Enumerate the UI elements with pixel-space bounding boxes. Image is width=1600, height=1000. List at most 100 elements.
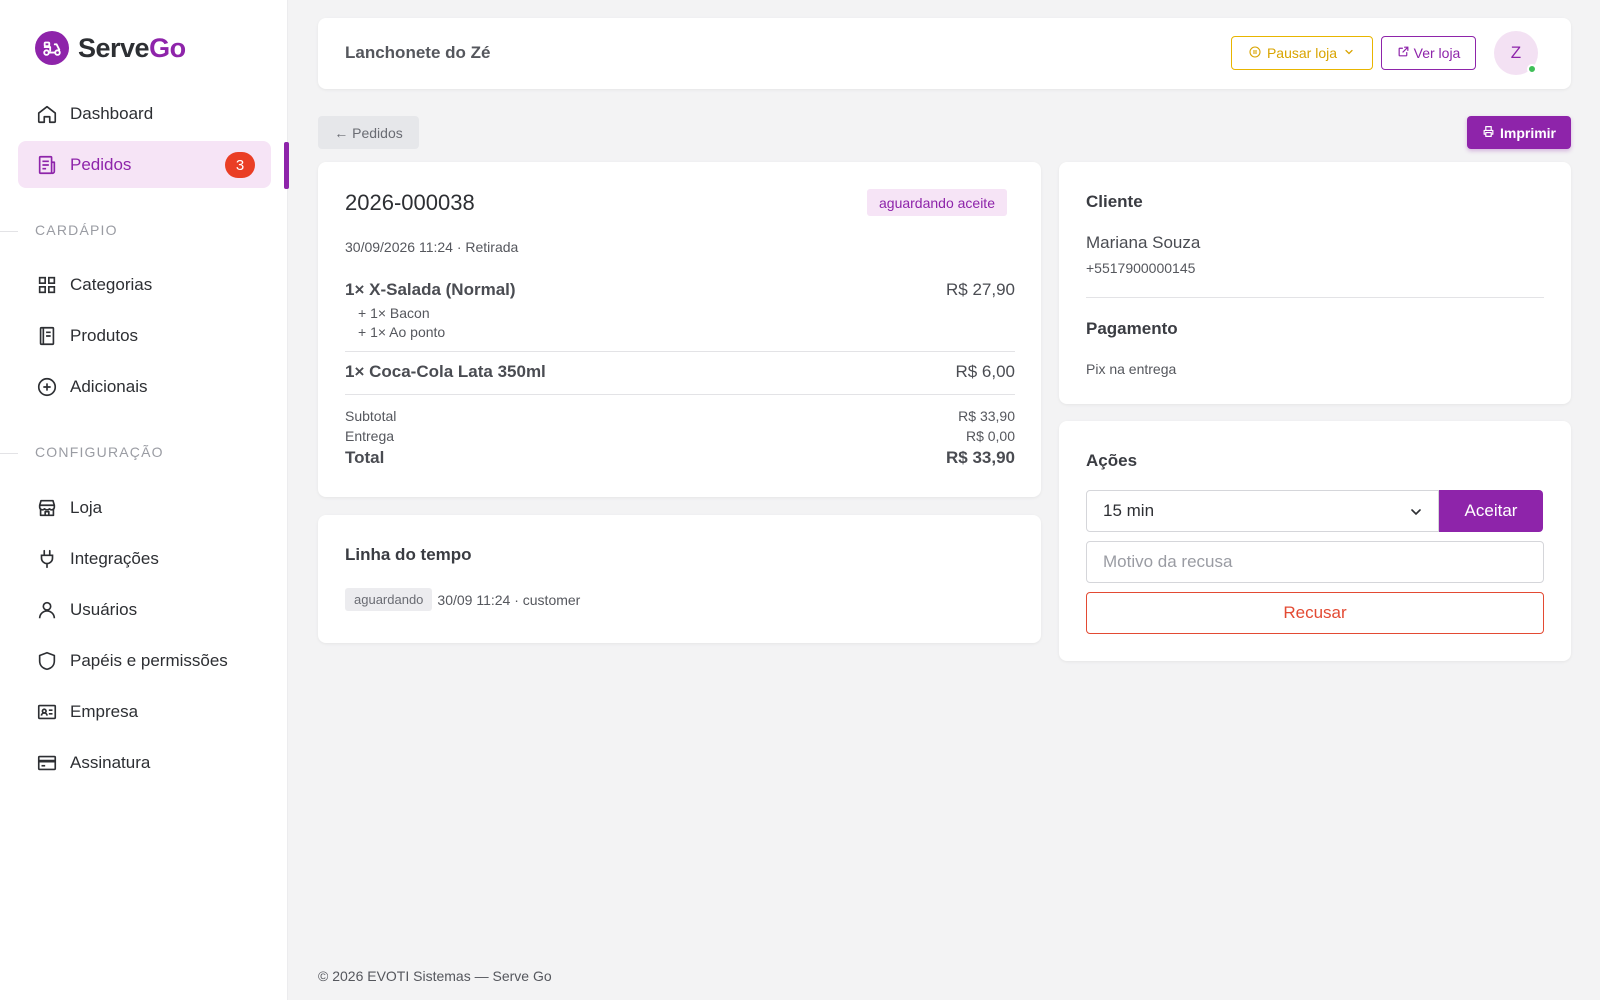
subtotal-label: Subtotal <box>345 408 397 424</box>
accept-button[interactable]: Aceitar <box>1439 490 1543 532</box>
sidebar-item-label: Usuários <box>70 599 138 619</box>
store-name: Lanchonete do Zé <box>345 43 491 62</box>
user-icon <box>35 598 59 622</box>
refuse-button[interactable]: Recusar <box>1086 592 1544 634</box>
client-divider <box>1086 297 1544 298</box>
item-divider <box>345 351 1015 352</box>
timeline-title: Linha do tempo <box>345 545 472 564</box>
sidebar-item-label: Adicionais <box>70 376 148 396</box>
id-card-icon <box>35 700 59 724</box>
credit-card-icon <box>35 751 59 775</box>
online-status-dot <box>1527 64 1537 74</box>
refuse-label: Recusar <box>1283 603 1347 622</box>
external-link-icon <box>1397 45 1410 61</box>
brand-name-part2: Go <box>149 32 186 63</box>
back-to-orders-button[interactable]: ← Pedidos <box>318 116 419 149</box>
client-name: Mariana Souza <box>1086 233 1201 252</box>
timeline-status-badge: aguardando <box>345 588 433 611</box>
sidebar-item-loja[interactable]: Loja <box>18 484 271 531</box>
section-label-configuracao: CONFIGURAÇÃO <box>35 444 164 460</box>
sidebar-item-label: Empresa <box>70 701 139 721</box>
order-item-addon: + 1× Bacon <box>358 305 430 321</box>
subtotal-value: R$ 33,90 <box>958 408 1015 424</box>
sidebar: ServeGo Dashboard Pedidos 3 CARDÁPIO Cat… <box>0 0 288 1000</box>
client-title: Cliente <box>1086 192 1143 211</box>
view-store-label: Ver loja <box>1413 45 1461 61</box>
chevron-down-icon <box>1343 45 1355 61</box>
sidebar-item-produtos[interactable]: Produtos <box>18 312 271 359</box>
pause-store-label: Pausar loja <box>1266 45 1338 61</box>
timeline-card: Linha do tempo aguardando 30/09 11:24 · … <box>318 515 1041 643</box>
delivery-label: Entrega <box>345 428 395 444</box>
pause-circle-icon <box>1249 45 1261 61</box>
prep-time-value: 15 min <box>1103 501 1155 520</box>
sidebar-nav-menu: Categorias Produtos Adicionais <box>18 261 271 414</box>
home-icon <box>35 102 59 126</box>
avatar-initial: Z <box>1510 43 1522 62</box>
top-bar: Lanchonete do Zé Pausar loja Ver loja Z <box>318 18 1571 89</box>
accept-label: Aceitar <box>1464 501 1518 520</box>
client-card: Cliente Mariana Souza +5517900000145 Pag… <box>1059 162 1571 404</box>
order-item: 1× Coca-Cola Lata 350ml R$ 6,00 <box>345 362 1015 382</box>
actions-title: Ações <box>1086 451 1138 470</box>
section-divider <box>0 231 18 232</box>
brand[interactable]: ServeGo <box>35 31 186 65</box>
sidebar-item-label: Integrações <box>70 548 159 568</box>
store-icon <box>35 496 59 520</box>
order-item-addon: + 1× Ao ponto <box>358 324 446 340</box>
footer: © 2026 EVOTI Sistemas — Serve Go <box>318 968 552 984</box>
sidebar-item-label: Loja <box>70 497 103 517</box>
order-meta: 30/09/2026 11:24 · Retirada <box>345 239 519 255</box>
refusal-reason-input[interactable] <box>1086 541 1544 583</box>
pause-store-button[interactable]: Pausar loja <box>1231 36 1373 70</box>
subtotal-row: Subtotal R$ 33,90 <box>345 408 1015 424</box>
section-label-cardapio: CARDÁPIO <box>35 222 118 238</box>
sidebar-item-assinatura[interactable]: Assinatura <box>18 739 271 786</box>
view-store-button[interactable]: Ver loja <box>1381 36 1476 70</box>
plus-circle-icon <box>35 375 59 399</box>
order-code: 2026-000038 <box>345 190 475 215</box>
client-phone: +5517900000145 <box>1086 260 1196 276</box>
sidebar-item-papeis[interactable]: Papéis e permissões <box>18 637 271 684</box>
book-icon <box>35 324 59 348</box>
active-indicator <box>284 142 289 189</box>
receipt-icon <box>35 153 59 177</box>
sidebar-nav-config: Loja Integrações Usuários Papéis e permi… <box>18 484 271 790</box>
brand-name-part1: Serve <box>78 32 150 63</box>
sidebar-nav-main: Dashboard Pedidos 3 <box>18 90 271 192</box>
sidebar-item-empresa[interactable]: Empresa <box>18 688 271 735</box>
sidebar-item-label: Pedidos <box>70 154 132 174</box>
sidebar-item-usuarios[interactable]: Usuários <box>18 586 271 633</box>
payment-title: Pagamento <box>1086 319 1178 338</box>
total-value: R$ 33,90 <box>946 448 1015 467</box>
orders-count-badge: 3 <box>225 152 255 178</box>
item-divider <box>345 394 1015 395</box>
print-button[interactable]: Imprimir <box>1467 116 1571 149</box>
print-label: Imprimir <box>1499 124 1556 141</box>
sidebar-item-categorias[interactable]: Categorias <box>18 261 271 308</box>
order-item-name: 1× X-Salada (Normal) <box>345 280 516 299</box>
timeline-entry: aguardando 30/09 11:24 · customer <box>345 588 580 611</box>
back-button-label: ← Pedidos <box>334 124 403 141</box>
order-item-price: R$ 27,90 <box>946 280 1015 299</box>
status-badge: aguardando aceite <box>867 189 1007 216</box>
order-item-price: R$ 6,00 <box>955 362 1015 381</box>
delivery-value: R$ 0,00 <box>965 428 1015 444</box>
printer-icon <box>1482 125 1495 141</box>
scooter-logo-icon <box>35 31 69 65</box>
prep-time-select[interactable]: 15 min <box>1086 490 1439 532</box>
grid-icon <box>35 273 59 297</box>
sidebar-item-pedidos[interactable]: Pedidos 3 <box>18 141 271 188</box>
shield-icon <box>35 649 59 673</box>
sidebar-item-label: Categorias <box>70 274 153 294</box>
timeline-entry-text: 30/09 11:24 · customer <box>437 591 581 608</box>
avatar[interactable]: Z <box>1494 31 1538 75</box>
chevron-down-icon <box>1408 504 1424 525</box>
sidebar-item-dashboard[interactable]: Dashboard <box>18 90 271 137</box>
brand-name: ServeGo <box>78 33 186 64</box>
sidebar-item-adicionais[interactable]: Adicionais <box>18 363 271 410</box>
sidebar-item-label: Dashboard <box>70 103 154 123</box>
order-details-card: 2026-000038 aguardando aceite 30/09/2026… <box>318 162 1041 497</box>
sidebar-item-integracoes[interactable]: Integrações <box>18 535 271 582</box>
sidebar-item-label: Assinatura <box>70 752 151 772</box>
